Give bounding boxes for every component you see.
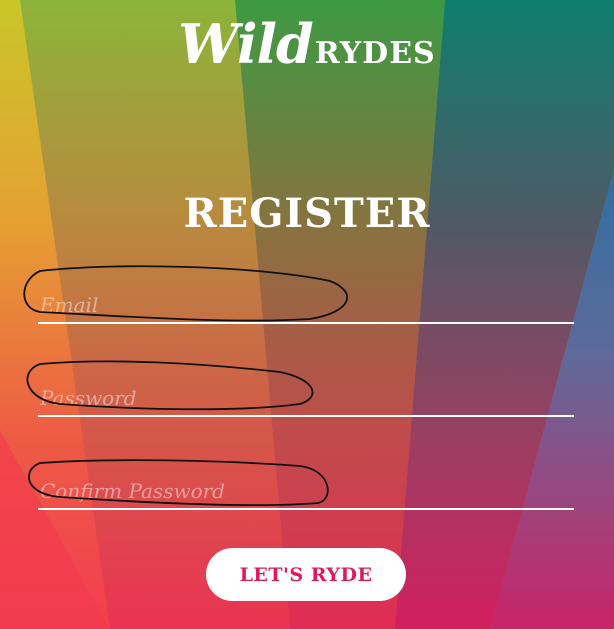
page-title: REGISTER [183,190,431,237]
logo-rydes: RYDES [314,36,436,71]
wild-rydes-logo: WildRYDES [0,12,614,76]
confirm-password-field-wrapper [38,462,574,510]
email-input[interactable] [38,276,574,322]
logo-wild: Wild [178,12,313,76]
password-input[interactable] [38,369,574,415]
email-field-wrapper [38,276,574,324]
confirm-password-input[interactable] [38,462,574,508]
password-field-wrapper [38,369,574,417]
lets-ryde-button[interactable]: LET'S RYDE [206,548,406,601]
